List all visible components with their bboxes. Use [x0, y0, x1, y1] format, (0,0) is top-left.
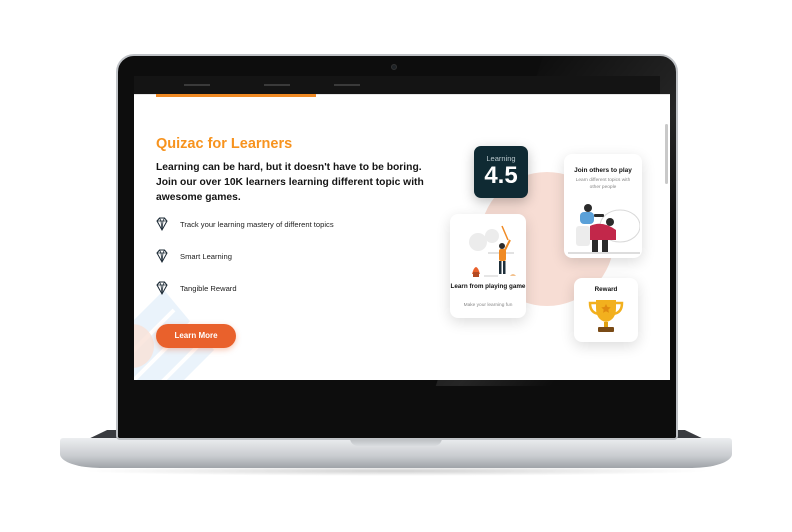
active-tab-indicator — [156, 94, 316, 97]
join-card-title: Join others to play — [574, 167, 632, 174]
laptop-lid: Quizac for Learners Learning can be hard… — [116, 54, 678, 440]
players-illustration-icon — [568, 204, 640, 254]
join-card-subtitle: Learn different topics with other people — [575, 178, 631, 190]
section-lead: Learning can be hard, but it doesn't hav… — [156, 162, 424, 203]
scrollbar[interactable] — [665, 124, 668, 184]
rating-badge: Learning 4.5 — [474, 146, 528, 198]
learn-card-title: Learn from playing game — [450, 283, 526, 290]
reward-card: Reward — [574, 278, 638, 342]
join-card: Join others to play Learn different topi… — [564, 154, 642, 258]
screen: Quizac for Learners Learning can be hard… — [134, 94, 670, 380]
trophy-icon — [588, 300, 624, 332]
section-title: Quizac for Learners — [156, 136, 293, 152]
camera-icon — [391, 64, 397, 70]
feature-label: Smart Learning — [180, 251, 232, 261]
site-navbar — [134, 76, 660, 94]
learn-card: Learn from playing game Make your learni… — [450, 214, 526, 318]
nav-item[interactable] — [334, 84, 360, 86]
screen-bezel — [118, 386, 676, 438]
nav-item[interactable] — [264, 84, 290, 86]
feature-item: Tangible Reward — [154, 280, 237, 296]
nav-item[interactable] — [184, 84, 210, 86]
learn-more-button[interactable]: Learn More — [156, 324, 236, 348]
person-illustration-icon — [469, 225, 516, 277]
feature-item: Smart Learning — [154, 248, 232, 264]
laptop-mockup: Quizac for Learners Learning can be hard… — [0, 0, 792, 532]
feature-label: Track your learning mastery of different… — [180, 219, 334, 229]
feature-label: Tangible Reward — [180, 283, 237, 293]
diamond-icon — [156, 281, 168, 296]
diamond-icon — [156, 217, 168, 232]
diamond-icon — [156, 249, 168, 264]
reward-card-title: Reward — [594, 286, 618, 293]
feature-item: Track your learning mastery of different… — [154, 216, 334, 232]
laptop-base — [60, 438, 732, 468]
rating-value: 4.5 — [484, 162, 518, 189]
learn-card-subtitle: Make your learning fun — [463, 303, 513, 308]
